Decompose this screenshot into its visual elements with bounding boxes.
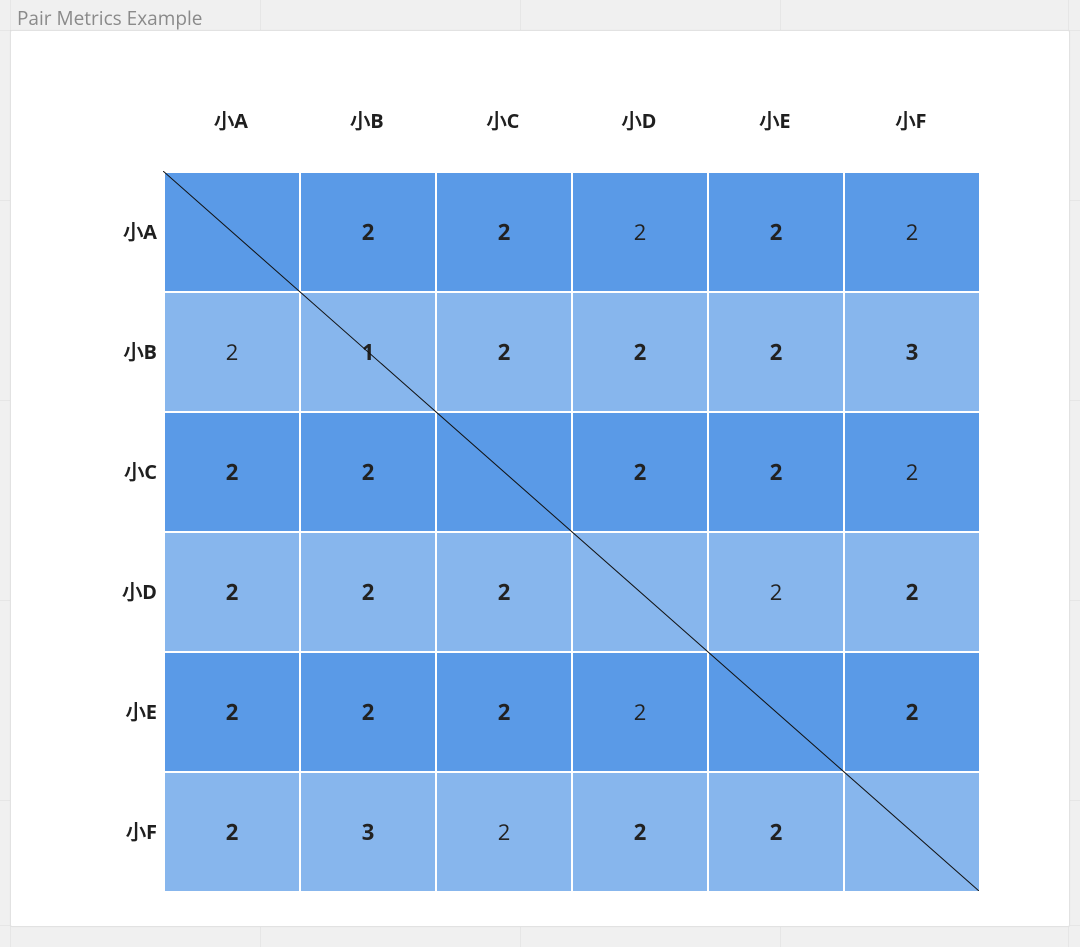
row-header: 小D: [91, 531, 161, 649]
matrix-cell[interactable]: 2: [165, 533, 299, 651]
matrix-cell[interactable]: 2: [709, 173, 843, 291]
row-header: 小E: [91, 651, 161, 769]
matrix-cell[interactable]: 2: [845, 533, 979, 651]
col-header: 小D: [571, 91, 707, 151]
matrix-cell[interactable]: 2: [845, 413, 979, 531]
col-header: 小E: [707, 91, 843, 151]
row-header: 小C: [91, 411, 161, 529]
matrix-cell[interactable]: [165, 173, 299, 291]
panel-title: Pair Metrics Example: [17, 5, 202, 31]
matrix-cell[interactable]: 3: [301, 773, 435, 891]
row-headers: 小A 小B 小C 小D 小E 小F: [91, 171, 161, 891]
matrix-cell[interactable]: 2: [573, 413, 707, 531]
matrix-row: 22222: [165, 173, 979, 291]
matrix-cell[interactable]: 2: [437, 653, 571, 771]
matrix-cell[interactable]: 2: [165, 293, 299, 411]
matrix-cell[interactable]: 2: [845, 173, 979, 291]
matrix-table: 2222221222322222222222222223222: [163, 171, 981, 893]
matrix-cell[interactable]: 2: [437, 773, 571, 891]
matrix-grid: 2222221222322222222222222223222: [163, 171, 979, 891]
col-header: 小A: [163, 91, 299, 151]
matrix-cell[interactable]: 2: [165, 773, 299, 891]
matrix-row: 22222: [165, 653, 979, 771]
matrix-cell[interactable]: 2: [573, 653, 707, 771]
matrix-cell[interactable]: 2: [709, 413, 843, 531]
matrix-cell[interactable]: [845, 773, 979, 891]
matrix-cell[interactable]: 2: [573, 293, 707, 411]
matrix-row: 23222: [165, 773, 979, 891]
matrix-cell[interactable]: [437, 413, 571, 531]
matrix-cell[interactable]: 2: [301, 173, 435, 291]
matrix-cell[interactable]: 2: [845, 653, 979, 771]
col-header: 小C: [435, 91, 571, 151]
matrix-cell[interactable]: 1: [301, 293, 435, 411]
row-header: 小B: [91, 291, 161, 409]
panel: Pair Metrics Example 小A 小B 小C 小D 小E 小F 小…: [10, 30, 1070, 927]
matrix-cell[interactable]: 2: [573, 173, 707, 291]
matrix-cell[interactable]: [709, 653, 843, 771]
row-header: 小F: [91, 771, 161, 889]
matrix-cell[interactable]: 2: [709, 293, 843, 411]
matrix-cell[interactable]: 2: [301, 653, 435, 771]
column-headers: 小A 小B 小C 小D 小E 小F: [163, 91, 1011, 151]
matrix-row: 212223: [165, 293, 979, 411]
matrix-cell[interactable]: 2: [437, 173, 571, 291]
matrix-cell[interactable]: [573, 533, 707, 651]
matrix-cell[interactable]: 2: [437, 293, 571, 411]
matrix-cell[interactable]: 2: [301, 533, 435, 651]
matrix-cell[interactable]: 2: [301, 413, 435, 531]
matrix-row: 22222: [165, 533, 979, 651]
matrix-cell[interactable]: 3: [845, 293, 979, 411]
matrix-cell[interactable]: 2: [437, 533, 571, 651]
row-header: 小A: [91, 171, 161, 289]
matrix-cell[interactable]: 2: [573, 773, 707, 891]
matrix-cell[interactable]: 2: [165, 653, 299, 771]
matrix-cell[interactable]: 2: [165, 413, 299, 531]
matrix-row: 22222: [165, 413, 979, 531]
col-header: 小F: [843, 91, 979, 151]
matrix-cell[interactable]: 2: [709, 533, 843, 651]
col-header: 小B: [299, 91, 435, 151]
pair-matrix: 小A 小B 小C 小D 小E 小F 小A 小B 小C 小D 小E 小F 2222…: [91, 91, 1011, 891]
matrix-cell[interactable]: 2: [709, 773, 843, 891]
